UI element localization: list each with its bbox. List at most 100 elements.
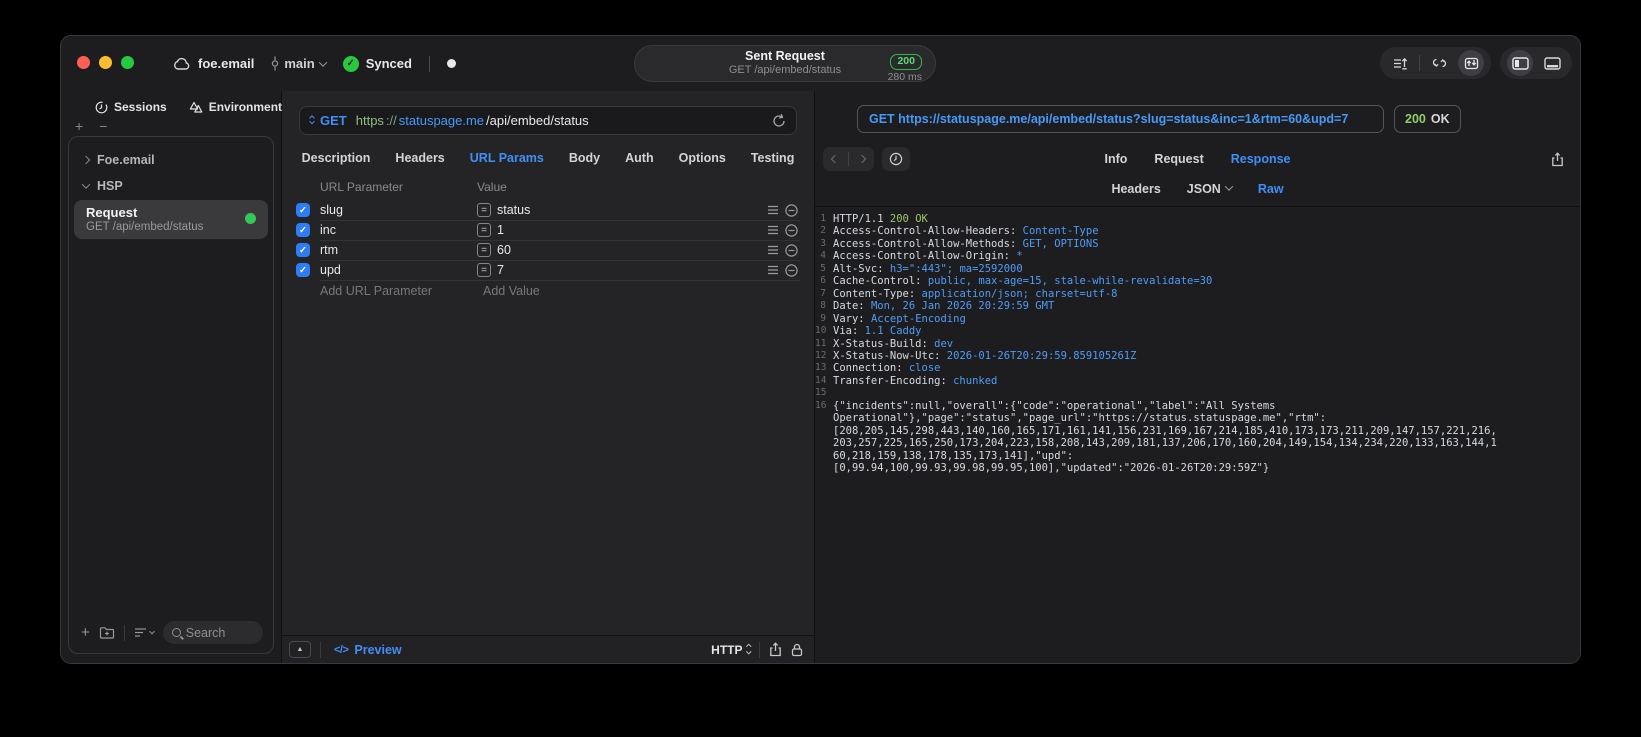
param-value-input[interactable]: status bbox=[497, 203, 764, 217]
url-scheme: https bbox=[355, 113, 384, 128]
param-checkbox[interactable]: ✓ bbox=[296, 243, 310, 257]
code-line: 7 Content-Type: application/json; charset… bbox=[815, 288, 1580, 300]
equals-badge: = bbox=[477, 263, 491, 277]
equals-badge: = bbox=[477, 243, 491, 257]
param-name-input[interactable]: slug bbox=[320, 203, 477, 217]
history-clock-icon[interactable] bbox=[882, 147, 910, 171]
param-row-rtm: ✓ rtm = 60 bbox=[282, 240, 814, 260]
param-value-input[interactable]: 60 bbox=[497, 243, 764, 257]
url-params-table: URL Parameter Value ✓ slug = status ✓ inc = 1 ✓ r… bbox=[282, 180, 814, 301]
branch-selector[interactable]: main bbox=[271, 56, 327, 71]
divider bbox=[759, 641, 760, 658]
zoom-window-button[interactable] bbox=[121, 56, 134, 69]
param-value-input[interactable]: 1 bbox=[497, 223, 764, 237]
param-name-input[interactable]: inc bbox=[320, 223, 477, 237]
response-subtabs: Headers JSON Raw bbox=[815, 172, 1580, 207]
divider bbox=[320, 641, 321, 658]
export-lines-icon[interactable] bbox=[1387, 50, 1413, 76]
project-name[interactable]: foe.email bbox=[198, 56, 254, 71]
line-number: 4 bbox=[820, 250, 826, 262]
add-param-row[interactable]: Add URL Parameter Add Value bbox=[282, 280, 814, 301]
request-footer-bar: ▲ </> Preview HTTP bbox=[282, 635, 814, 663]
code-line: [0,99.94,100,99.93,99.98,99.95,100],"upd… bbox=[815, 462, 1580, 474]
tab-headers[interactable]: Headers bbox=[395, 151, 444, 165]
param-checkbox[interactable]: ✓ bbox=[296, 203, 310, 217]
sort-filter-icon[interactable] bbox=[134, 627, 155, 638]
divider bbox=[1419, 55, 1420, 71]
app-window: foe.email main ✓ Synced Sent Request GET… bbox=[60, 35, 1581, 664]
reorder-lines-icon[interactable] bbox=[764, 205, 782, 215]
record-dot-icon[interactable] bbox=[446, 59, 456, 68]
import-export-box-icon[interactable] bbox=[1458, 50, 1484, 76]
add-item-button[interactable]: + bbox=[75, 119, 83, 135]
request-url-bar[interactable]: GET https://statuspage.me/api/embed/stat… bbox=[299, 106, 797, 135]
param-name-input[interactable]: rtm bbox=[320, 243, 477, 257]
method-select[interactable]: GET bbox=[320, 113, 347, 128]
remove-item-button[interactable]: − bbox=[99, 119, 107, 135]
tab-sessions[interactable]: Sessions bbox=[95, 100, 167, 114]
forward-icon[interactable] bbox=[857, 154, 867, 164]
tab-options[interactable]: Options bbox=[679, 151, 726, 165]
remove-param-icon[interactable] bbox=[782, 243, 800, 257]
response-tab-info[interactable]: Info bbox=[1105, 152, 1128, 166]
param-rows: ✓ slug = status ✓ inc = 1 ✓ rtm = 60 ✓ upd = 7 bbox=[282, 200, 814, 280]
line-number: 11 bbox=[815, 337, 827, 349]
response-tab-request[interactable]: Request bbox=[1154, 152, 1203, 166]
export-response-icon[interactable] bbox=[1551, 151, 1564, 167]
collapse-panel-button[interactable]: ▲ bbox=[289, 641, 311, 658]
response-subtab-raw[interactable]: Raw bbox=[1258, 182, 1284, 196]
sent-request-line[interactable]: GET https://statuspage.me/api/embed/stat… bbox=[857, 105, 1384, 133]
tab-auth[interactable]: Auth bbox=[625, 151, 653, 165]
left-panel-icon[interactable] bbox=[1507, 50, 1533, 76]
method-sort-arrows-icon[interactable] bbox=[309, 115, 315, 125]
status-badge: 200 bbox=[890, 54, 922, 70]
request-list-item[interactable]: Request GET /api/embed/status bbox=[74, 200, 268, 239]
sidebar-search[interactable] bbox=[162, 621, 263, 644]
minimize-window-button[interactable] bbox=[99, 56, 112, 69]
protocol-select[interactable]: HTTP bbox=[711, 643, 751, 657]
request-status-dot bbox=[245, 213, 256, 224]
new-request-button[interactable]: + bbox=[81, 625, 90, 640]
remove-param-icon[interactable] bbox=[782, 263, 800, 277]
url-host: statuspage.me bbox=[398, 113, 485, 128]
search-input[interactable] bbox=[185, 625, 254, 640]
bottom-panel-icon[interactable] bbox=[1539, 50, 1565, 76]
close-window-button[interactable] bbox=[77, 56, 90, 69]
chevron-down-icon bbox=[318, 57, 327, 67]
refresh-icon[interactable] bbox=[772, 113, 786, 128]
preview-button[interactable]: </> Preview bbox=[334, 643, 402, 657]
add-param-placeholder: Add URL Parameter bbox=[320, 283, 433, 298]
param-checkbox[interactable]: ✓ bbox=[296, 223, 310, 237]
back-icon[interactable] bbox=[830, 154, 840, 164]
share-icon[interactable] bbox=[769, 642, 782, 657]
tab-testing[interactable]: Testing bbox=[751, 151, 795, 165]
line-number: 14 bbox=[815, 374, 827, 386]
tab-description[interactable]: Description bbox=[302, 151, 371, 165]
chevron-down-icon bbox=[81, 180, 91, 189]
line-number bbox=[815, 450, 833, 462]
lock-icon[interactable] bbox=[791, 643, 803, 657]
new-folder-icon[interactable] bbox=[99, 626, 115, 639]
sent-request-pill[interactable]: Sent Request GET /api/embed/status 200 2… bbox=[634, 45, 936, 83]
request-item-title: Request bbox=[86, 205, 138, 220]
response-subtab-json[interactable]: JSON bbox=[1187, 182, 1234, 196]
remove-param-icon[interactable] bbox=[782, 223, 800, 237]
param-value-input[interactable]: 7 bbox=[497, 263, 764, 277]
response-tab-response[interactable]: Response bbox=[1231, 152, 1291, 166]
tab-body[interactable]: Body bbox=[569, 151, 600, 165]
tab-url-params[interactable]: URL Params bbox=[470, 151, 544, 165]
response-subtab-headers[interactable]: Headers bbox=[1111, 182, 1160, 196]
line-number: 3 bbox=[820, 237, 826, 249]
line-number: 6 bbox=[820, 275, 826, 287]
remove-param-icon[interactable] bbox=[782, 203, 800, 217]
param-name-input[interactable]: upd bbox=[320, 263, 477, 277]
tree-group-hsp[interactable]: HSP bbox=[69, 173, 273, 199]
code-line: 15 bbox=[815, 387, 1580, 399]
request-chain-icon[interactable] bbox=[1426, 50, 1452, 76]
tree-group-foe-email[interactable]: Foe.email bbox=[69, 147, 273, 173]
reorder-lines-icon[interactable] bbox=[764, 265, 782, 275]
reorder-lines-icon[interactable] bbox=[764, 245, 782, 255]
param-checkbox[interactable]: ✓ bbox=[296, 263, 310, 277]
tab-environments[interactable]: Environments bbox=[189, 100, 289, 114]
reorder-lines-icon[interactable] bbox=[764, 225, 782, 235]
